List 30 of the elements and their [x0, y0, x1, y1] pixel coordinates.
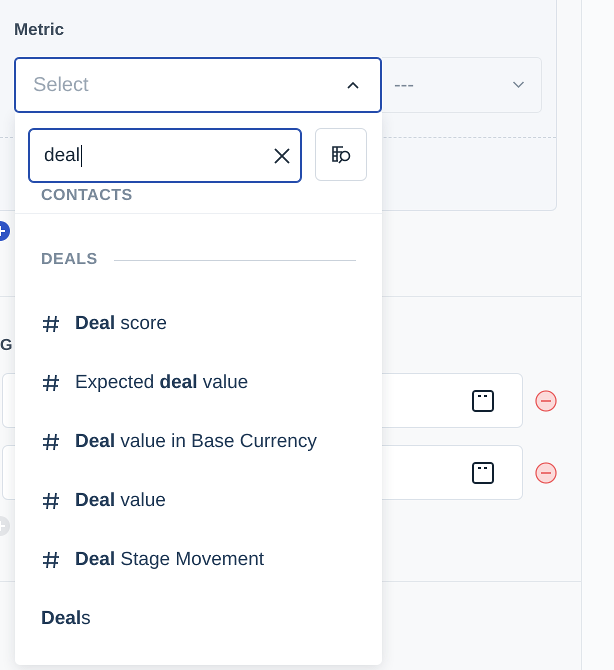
chevron-down-icon	[512, 81, 525, 89]
menu-item-label: Deal value	[75, 490, 166, 512]
hash-icon	[41, 314, 61, 334]
table-search-button[interactable]	[315, 128, 367, 181]
section-label: G	[0, 337, 14, 355]
menu-item-label: Deals	[41, 608, 91, 630]
group-heading: DEALS	[41, 251, 98, 269]
menu-item[interactable]: Deal Stage Movement	[15, 530, 382, 589]
metric-label: Metric	[14, 20, 66, 40]
menu-item[interactable]: Deal score	[15, 294, 382, 353]
menu-item[interactable]: Expected deal value	[15, 353, 382, 412]
remove-icon[interactable]	[535, 462, 557, 484]
hash-icon	[41, 490, 61, 510]
search-field[interactable]: deal	[28, 128, 302, 183]
menu-item[interactable]: Deal value	[15, 471, 382, 530]
menu-item-label: Expected deal value	[75, 372, 248, 394]
hash-icon	[41, 372, 61, 392]
menu-item[interactable]: Deals	[15, 589, 382, 648]
group-heading: CONTACTS	[41, 187, 133, 205]
close-icon[interactable]	[274, 148, 290, 164]
menu-item-label: Deal value in Base Currency	[75, 430, 317, 452]
chevron-icon	[347, 81, 359, 89]
menu-item-label: Deal Stage Movement	[75, 548, 264, 570]
hash-icon	[41, 550, 61, 570]
hash-icon	[41, 432, 61, 452]
menu-item[interactable]: Deal value in Base Currency	[15, 412, 382, 471]
calendar-icon	[471, 460, 495, 484]
remove-icon[interactable]	[535, 390, 557, 412]
menu-item-label: Deal score	[75, 312, 167, 334]
calendar-icon	[471, 388, 495, 412]
